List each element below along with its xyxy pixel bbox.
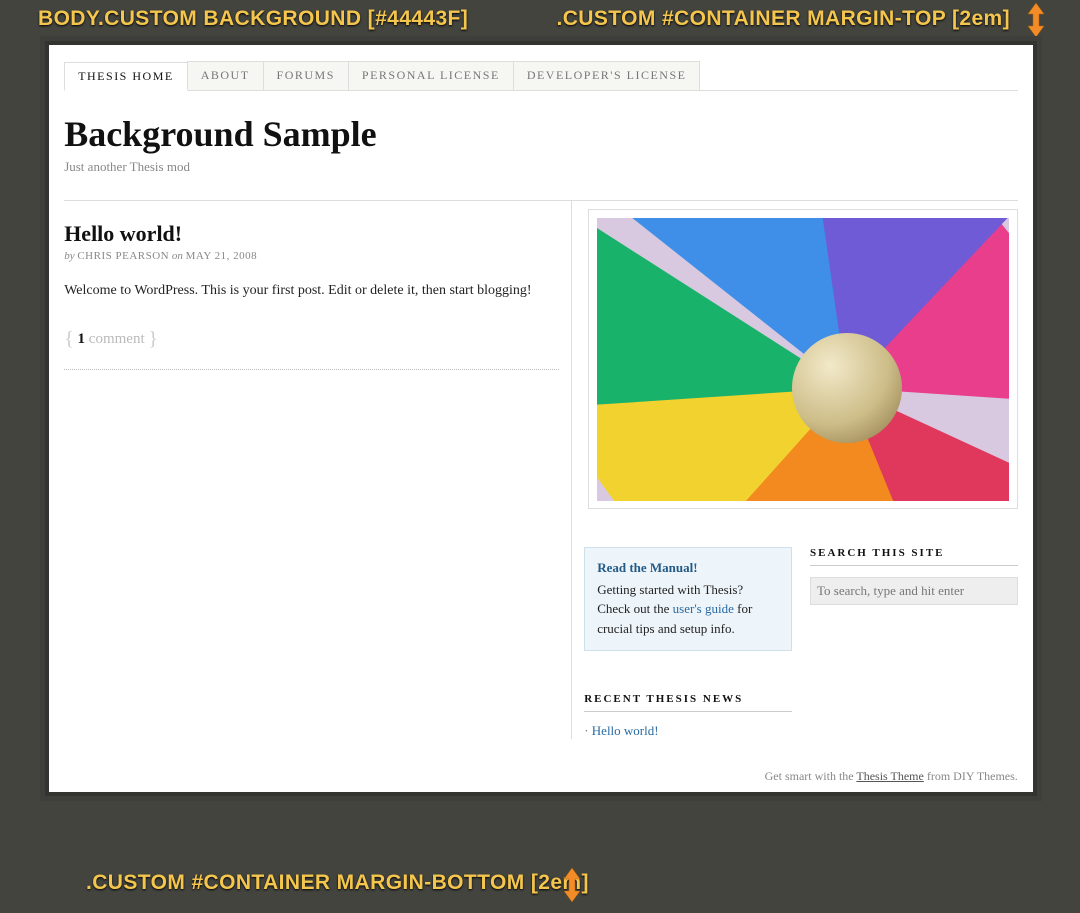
tab-about[interactable]: ABOUT <box>187 61 264 90</box>
manual-heading: Read the Manual! <box>597 558 779 578</box>
footer: Get smart with the Thesis Theme from DIY… <box>64 759 1018 784</box>
annotation-margin-top: .CUSTOM #CONTAINER MARGIN-TOP [2em] <box>556 6 1010 32</box>
recent-item-link[interactable]: Hello world! <box>592 723 659 738</box>
arrow-up-down-icon <box>1024 2 1048 38</box>
tab-developers-license[interactable]: DEVELOPER'S LICENSE <box>513 61 701 90</box>
comments-link[interactable]: { 1 comment } <box>64 328 559 351</box>
page: THESIS HOME ABOUT FORUMS PERSONAL LICENS… <box>49 45 1033 792</box>
main-column: Hello world! by CHRIS PEARSON on MAY 21,… <box>64 200 571 739</box>
sidebar: Read the Manual! Getting started with Th… <box>571 200 1018 739</box>
post-meta: by CHRIS PEARSON on MAY 21, 2008 <box>64 250 559 262</box>
manual-box: Read the Manual! Getting started with Th… <box>584 547 792 651</box>
tab-thesis-home[interactable]: THESIS HOME <box>64 62 188 91</box>
recent-heading: RECENT THESIS NEWS <box>584 693 792 712</box>
annotation-body-bg: BODY.CUSTOM BACKGROUND [#44443F] <box>38 6 468 32</box>
users-guide-link[interactable]: user's guide <box>673 601 734 616</box>
tab-personal-license[interactable]: PERSONAL LICENSE <box>348 61 514 90</box>
divider <box>64 369 559 370</box>
nav-tabs: THESIS HOME ABOUT FORUMS PERSONAL LICENS… <box>64 61 1018 91</box>
recent-news: RECENT THESIS NEWS Hello world! <box>584 693 792 739</box>
arrow-up-down-icon <box>560 867 584 903</box>
search-input[interactable] <box>810 577 1018 605</box>
tab-forums[interactable]: FORUMS <box>263 61 349 90</box>
container: THESIS HOME ABOUT FORUMS PERSONAL LICENS… <box>40 36 1042 801</box>
search-heading: SEARCH THIS SITE <box>810 547 1018 566</box>
post-date: MAY 21, 2008 <box>186 250 258 262</box>
annotation-margin-bottom: .CUSTOM #CONTAINER MARGIN-BOTTOM [2em] <box>86 870 589 896</box>
post-body: Welcome to WordPress. This is your first… <box>64 280 559 302</box>
pinwheel-image <box>588 209 1018 509</box>
post-title[interactable]: Hello world! <box>64 221 559 247</box>
post-author[interactable]: CHRIS PEARSON <box>77 250 169 262</box>
site-title: Background Sample <box>64 113 1018 155</box>
site-tagline: Just another Thesis mod <box>64 159 1018 175</box>
thesis-theme-link[interactable]: Thesis Theme <box>856 769 923 783</box>
